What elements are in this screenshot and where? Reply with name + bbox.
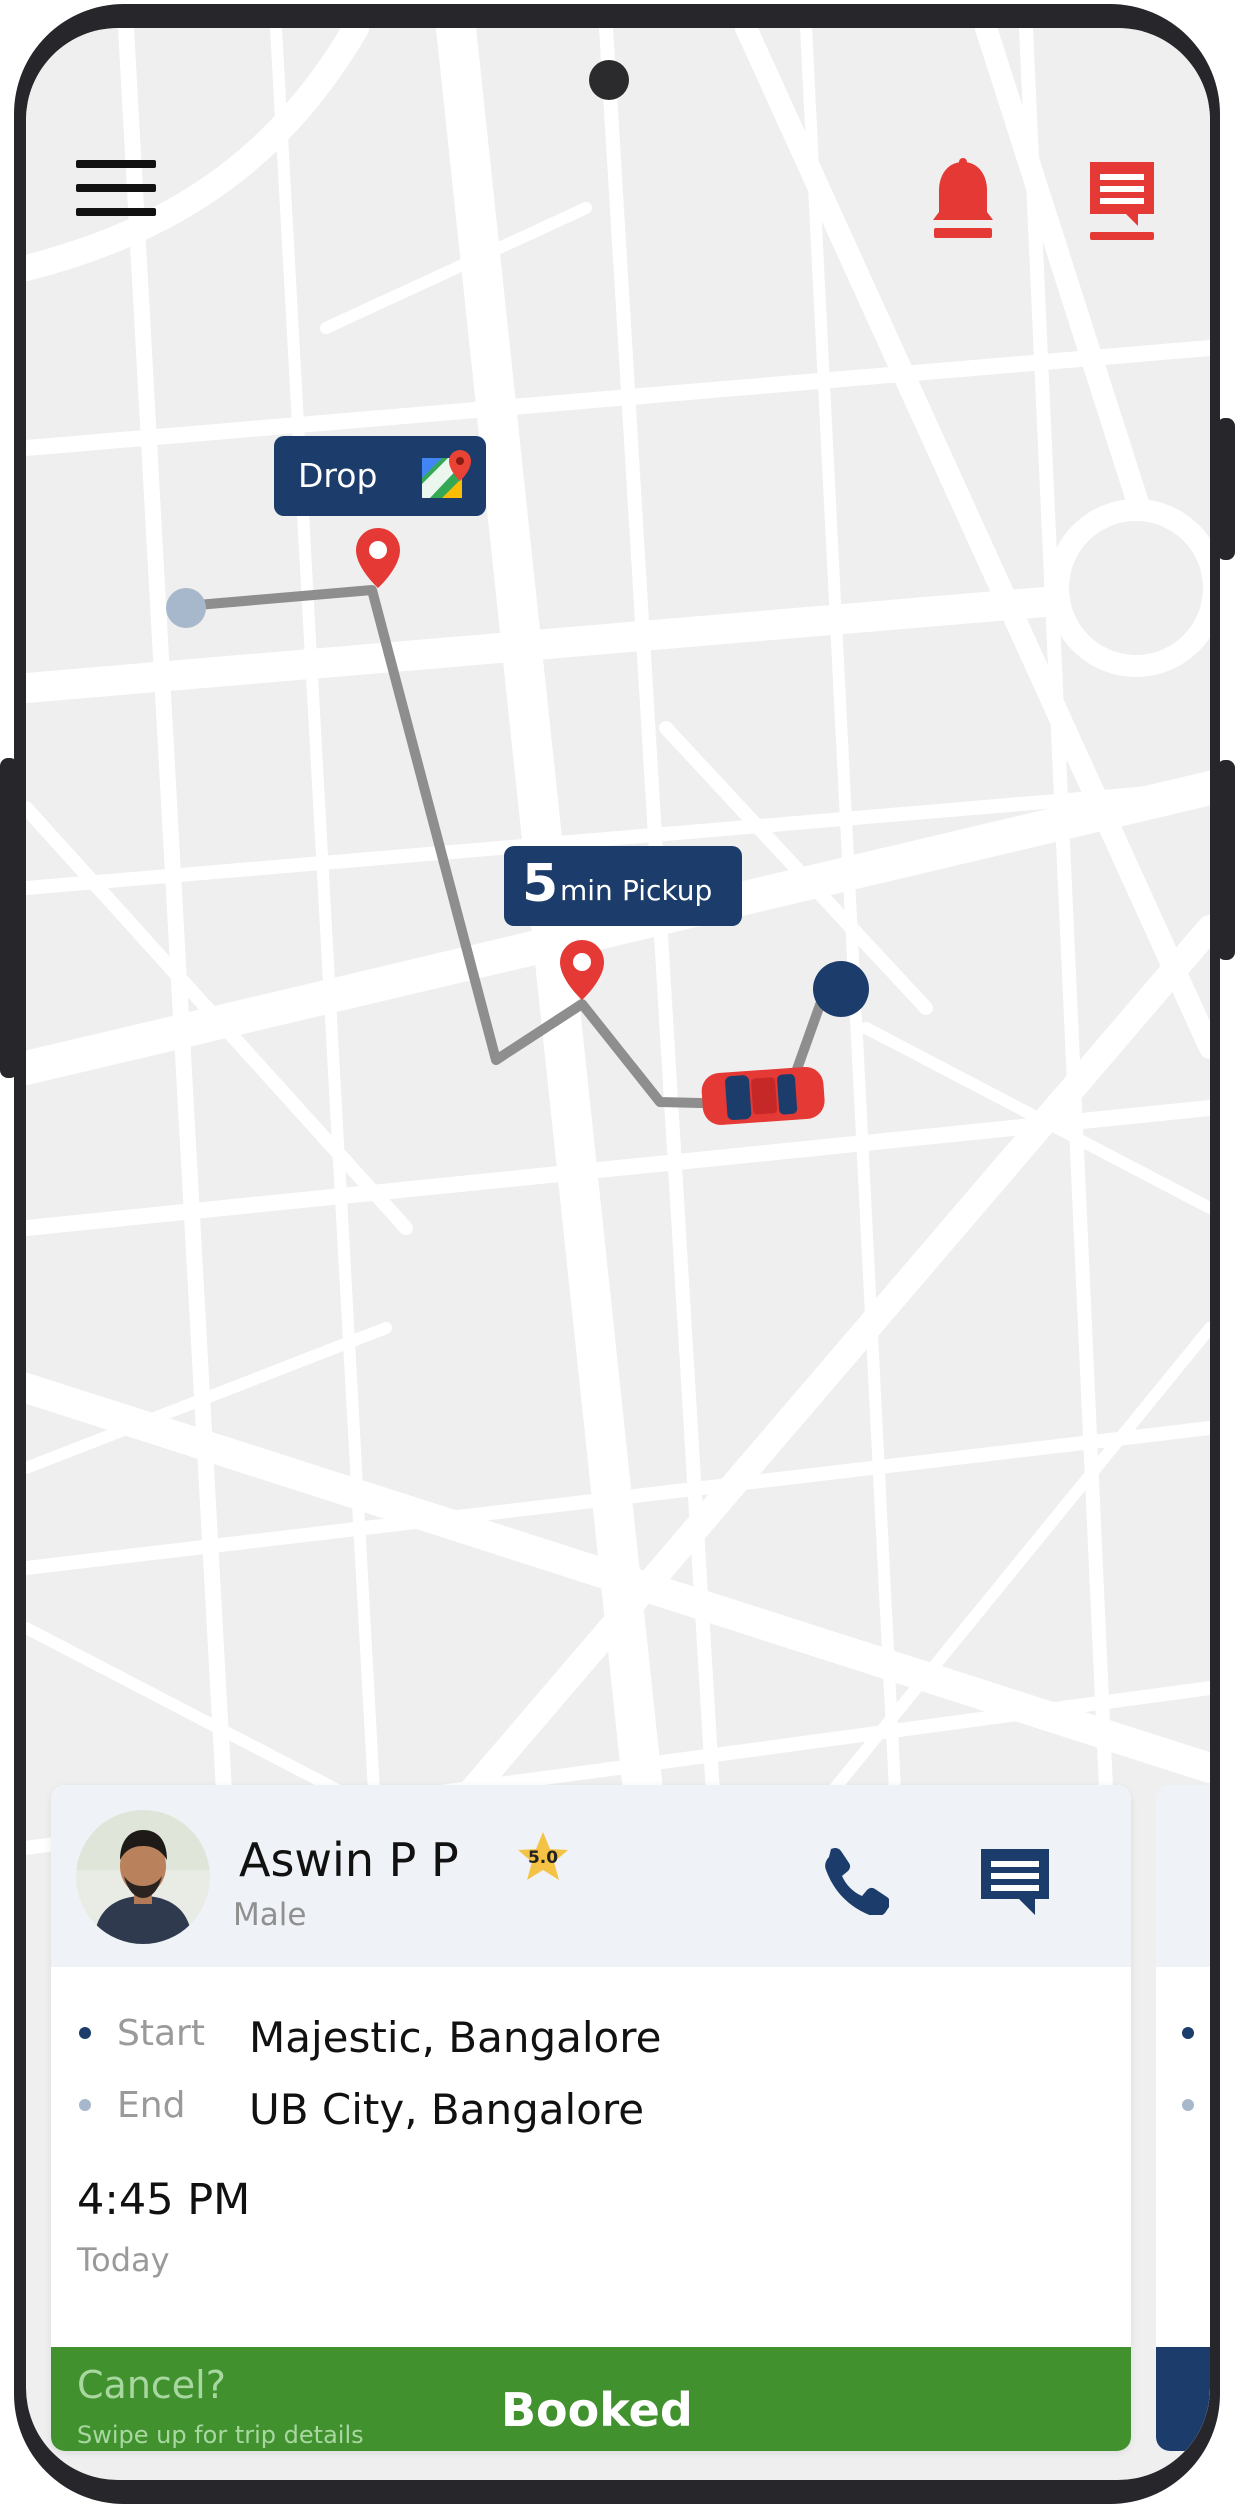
peek-start-dot <box>1182 2027 1194 2039</box>
pickup-eta-tag: 5 min Pickup <box>504 846 742 926</box>
start-dot <box>79 2027 91 2039</box>
driver-name: Aswin P P <box>239 1833 459 1887</box>
route-end-row: End UB City, Bangalore <box>51 2075 1131 2135</box>
booked-swipe-bar[interactable]: Cancel? Swipe up for trip details Booked <box>51 2347 1131 2451</box>
drop-label: Drop <box>298 456 378 495</box>
side-button-right-top <box>1217 418 1235 560</box>
cancel-link[interactable]: Cancel? <box>77 2363 226 2407</box>
trip-time: 4:45 PM <box>77 2175 251 2225</box>
chat-message-icon[interactable] <box>1086 158 1158 244</box>
rating-value: 5.0 <box>527 1848 559 1868</box>
bell-icon[interactable] <box>932 158 994 244</box>
peek-end-dot <box>1182 2099 1194 2111</box>
eta-unit: min <box>560 874 613 907</box>
booked-status: Booked <box>501 2383 693 2437</box>
phone-icon[interactable] <box>817 1843 889 1915</box>
start-label: Start <box>117 2013 205 2054</box>
google-maps-icon[interactable] <box>420 448 472 502</box>
peek-header <box>1156 1785 1210 1967</box>
hamburger-menu-icon[interactable] <box>76 160 156 216</box>
driver-header: Aswin P P 5.0 Male <box>51 1785 1131 1967</box>
trip-card[interactable]: Aswin P P 5.0 Male Start Majestic, Banga <box>51 1785 1131 2451</box>
origin-dot <box>166 588 206 628</box>
end-dot <box>79 2099 91 2111</box>
end-label: End <box>117 2085 186 2126</box>
start-location: Majestic, Bangalore <box>249 2013 662 2062</box>
car-icon <box>701 1066 825 1125</box>
trip-day: Today <box>77 2241 170 2279</box>
side-button-left <box>0 758 18 1078</box>
avatar <box>76 1810 210 1944</box>
pickup-label: Pickup <box>622 874 713 907</box>
map-view[interactable] <box>26 28 1210 2008</box>
rating-badge: 5.0 <box>515 1829 571 1885</box>
car-position-dot <box>813 961 869 1017</box>
route-start-row: Start Majestic, Bangalore <box>51 2003 1131 2063</box>
app-screen: Drop 5 min Pickup Aswin P P 5.0 Male Sta… <box>26 28 1210 2480</box>
message-icon[interactable] <box>979 1847 1051 1919</box>
peek-action-bar <box>1156 2347 1210 2451</box>
front-camera <box>589 60 629 100</box>
end-location: UB City, Bangalore <box>249 2085 645 2134</box>
driver-gender: Male <box>233 1897 307 1933</box>
drop-tag[interactable]: Drop <box>274 436 486 516</box>
side-button-right-bottom <box>1217 760 1235 960</box>
eta-number: 5 <box>522 854 559 914</box>
swipe-hint: Swipe up for trip details <box>77 2421 364 2449</box>
next-trip-card-peek[interactable] <box>1156 1785 1210 2451</box>
